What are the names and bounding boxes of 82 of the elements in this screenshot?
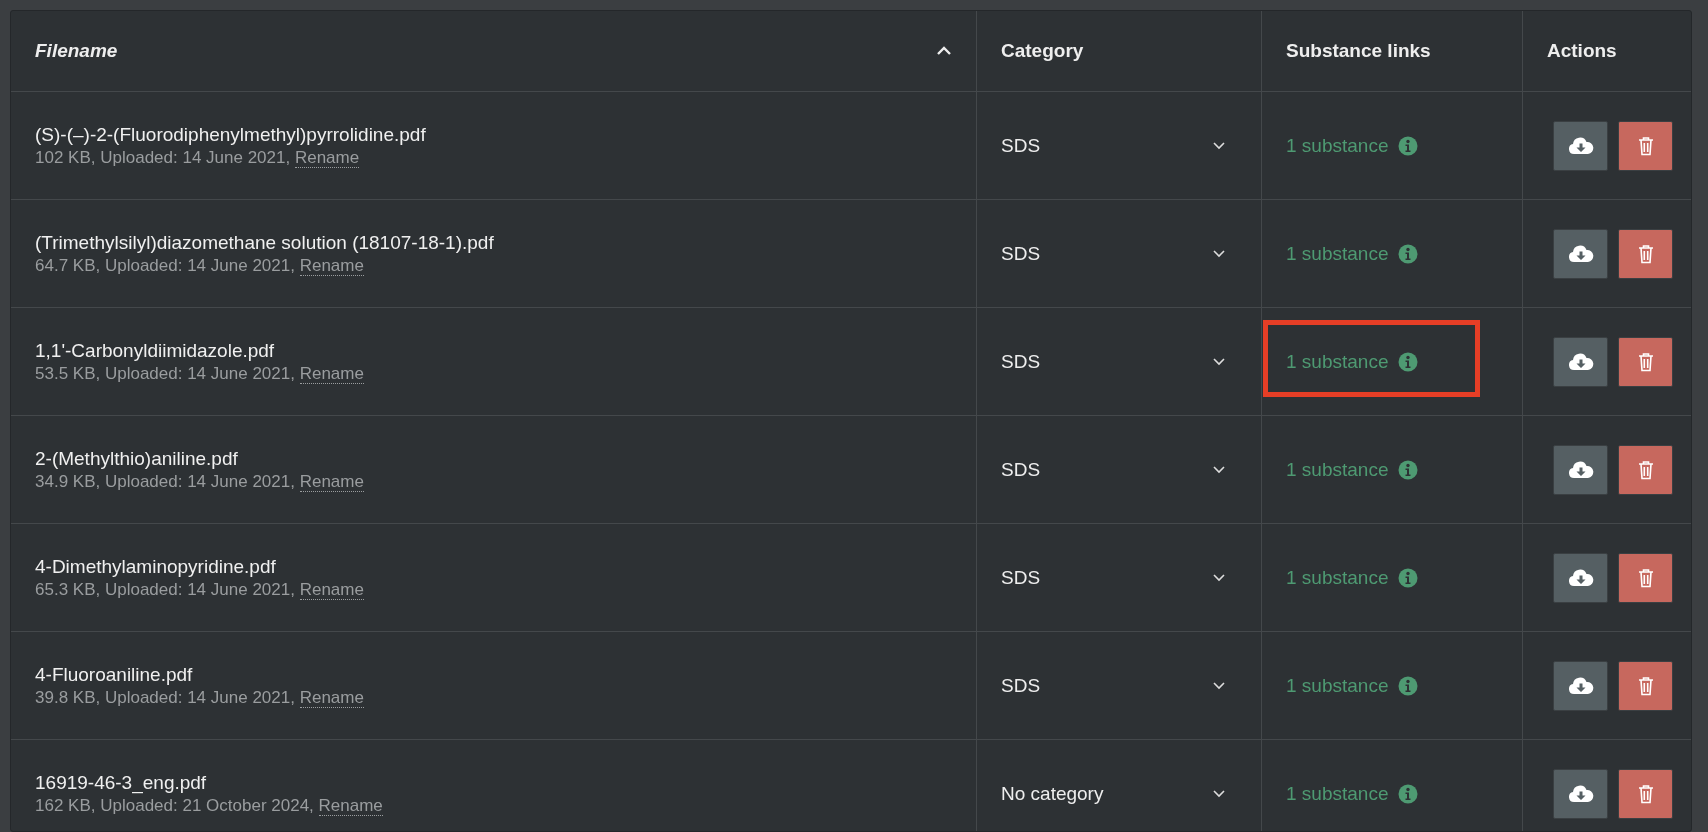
download-button[interactable] — [1553, 120, 1608, 171]
substance-link[interactable]: 1 substance — [1286, 350, 1419, 373]
chevron-down-icon — [1212, 465, 1226, 474]
file-name: 2-(Methylthio)aniline.pdf — [35, 447, 238, 470]
download-button[interactable] — [1553, 228, 1608, 279]
substance-link[interactable]: 1 substance — [1286, 566, 1419, 589]
column-header[interactable]: Actions — [1547, 40, 1617, 62]
chevron-down-icon — [1212, 141, 1226, 150]
delete-button[interactable] — [1618, 552, 1673, 603]
rename-link[interactable]: Rename — [299, 363, 364, 384]
rename-link[interactable]: Rename — [299, 687, 364, 708]
file-details: 102 KB, Uploaded: 14 June 2021, — [35, 147, 291, 167]
delete-button[interactable] — [1618, 120, 1673, 171]
info-icon — [1398, 567, 1419, 588]
category-select[interactable]: SDS — [1001, 674, 1226, 697]
chevron-down-icon — [1212, 681, 1226, 690]
rename-link[interactable]: Rename — [299, 255, 364, 276]
file-details: 53.5 KB, Uploaded: 14 June 2021, — [35, 363, 295, 383]
substance-link[interactable]: 1 substance — [1286, 134, 1419, 157]
trash-icon — [1637, 351, 1654, 372]
info-icon — [1398, 351, 1419, 372]
trash-icon — [1637, 783, 1654, 804]
cloud-download-icon — [1567, 568, 1594, 587]
substance-link[interactable]: 1 substance — [1286, 242, 1419, 265]
download-button[interactable] — [1553, 336, 1608, 387]
info-icon — [1398, 783, 1419, 804]
download-button[interactable] — [1553, 552, 1608, 603]
trash-icon — [1637, 459, 1654, 480]
delete-button[interactable] — [1618, 228, 1673, 279]
chevron-down-icon — [1212, 573, 1226, 582]
column-header[interactable]: Category — [1001, 40, 1084, 62]
column-header[interactable]: Substance links — [1286, 40, 1431, 62]
cloud-download-icon — [1567, 676, 1594, 695]
download-button[interactable] — [1553, 660, 1608, 711]
category-select[interactable]: SDS — [1001, 242, 1226, 265]
trash-icon — [1637, 675, 1654, 696]
chevron-down-icon — [1212, 789, 1226, 798]
cloud-download-icon — [1567, 352, 1594, 371]
chevron-down-icon — [1212, 357, 1226, 366]
cloud-download-icon — [1567, 460, 1594, 479]
file-details: 64.7 KB, Uploaded: 14 June 2021, — [35, 255, 295, 275]
substance-link[interactable]: 1 substance — [1286, 458, 1419, 481]
file-name: 4-Fluoroaniline.pdf — [35, 663, 193, 686]
sort-ascending-icon[interactable] — [936, 46, 952, 56]
file-name: (Trimethylsilyl)diazomethane solution (18107-18-1).pdf — [35, 231, 494, 254]
trash-icon — [1637, 243, 1654, 264]
column-header[interactable]: Filename — [35, 40, 118, 62]
substance-link[interactable]: 1 substance — [1286, 674, 1419, 697]
cloud-download-icon — [1567, 784, 1594, 803]
trash-icon — [1637, 135, 1654, 156]
delete-button[interactable] — [1618, 768, 1673, 819]
cloud-download-icon — [1567, 136, 1594, 155]
category-select[interactable]: SDS — [1001, 134, 1226, 157]
info-icon — [1398, 243, 1419, 264]
download-button[interactable] — [1553, 768, 1608, 819]
download-button[interactable] — [1553, 444, 1608, 495]
category-select[interactable]: SDS — [1001, 350, 1226, 373]
file-details: 39.8 KB, Uploaded: 14 June 2021, — [35, 687, 295, 707]
chevron-down-icon — [1212, 249, 1226, 258]
delete-button[interactable] — [1618, 444, 1673, 495]
rename-link[interactable]: Rename — [299, 579, 364, 600]
file-name: (S)-(–)-2-(Fluorodiphenylmethyl)pyrrolidine.pdf — [35, 123, 426, 146]
category-select[interactable]: SDS — [1001, 458, 1226, 481]
delete-button[interactable] — [1618, 336, 1673, 387]
trash-icon — [1637, 567, 1654, 588]
file-details: 34.9 KB, Uploaded: 14 June 2021, — [35, 471, 295, 491]
category-select[interactable]: SDS — [1001, 566, 1226, 589]
file-name: 16919-46-3_eng.pdf — [35, 771, 207, 794]
category-select[interactable]: No category — [1001, 782, 1226, 805]
rename-link[interactable]: Rename — [318, 795, 383, 816]
info-icon — [1398, 135, 1419, 156]
file-name: 4-Dimethylaminopyridine.pdf — [35, 555, 276, 578]
file-details: 65.3 KB, Uploaded: 14 June 2021, — [35, 579, 295, 599]
rename-link[interactable]: Rename — [294, 147, 360, 168]
rename-link[interactable]: Rename — [299, 471, 364, 492]
cloud-download-icon — [1567, 244, 1594, 263]
file-details: 162 KB, Uploaded: 21 October 2024, — [35, 795, 314, 815]
file-name: 1,1'-Carbonyldiimidazole.pdf — [35, 339, 275, 362]
info-icon — [1398, 459, 1419, 480]
delete-button[interactable] — [1618, 660, 1673, 711]
info-icon — [1398, 675, 1419, 696]
substance-link[interactable]: 1 substance — [1286, 782, 1419, 805]
